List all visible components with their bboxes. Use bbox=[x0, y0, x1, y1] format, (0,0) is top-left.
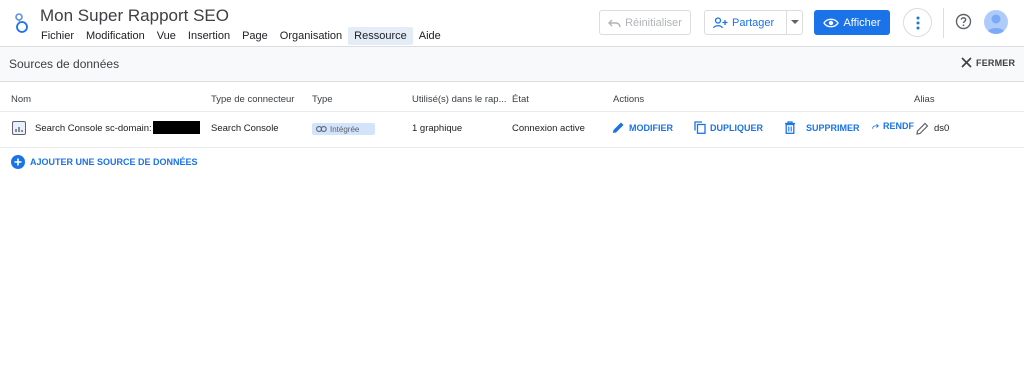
delete-label: SUPPRIMER bbox=[806, 122, 860, 133]
column-header-used[interactable]: Utilisé(s) dans le rap... bbox=[412, 94, 507, 105]
duplicate-button[interactable]: DUPLIQUER bbox=[694, 121, 763, 134]
redacted-domain bbox=[153, 121, 200, 134]
table-row[interactable]: Search Console sc-domain: Search Console… bbox=[0, 112, 1024, 148]
edit-alias-icon[interactable] bbox=[916, 122, 929, 135]
column-header-type[interactable]: Type bbox=[312, 94, 333, 105]
close-icon bbox=[961, 57, 972, 68]
share-dropdown[interactable] bbox=[787, 11, 802, 34]
chevron-down-icon bbox=[790, 20, 799, 24]
column-header-state[interactable]: État bbox=[512, 94, 529, 105]
avatar[interactable] bbox=[984, 10, 1008, 34]
connector-type: Search Console bbox=[211, 123, 279, 134]
eye-icon bbox=[823, 18, 840, 27]
column-header-actions: Actions bbox=[613, 94, 645, 105]
more-vert-icon bbox=[916, 16, 919, 29]
used-in-report: 1 graphique bbox=[412, 123, 463, 134]
copy-icon bbox=[694, 121, 706, 134]
type-chip: Intégrée bbox=[312, 123, 375, 135]
panel-title: Sources de données bbox=[9, 57, 120, 71]
undo-icon bbox=[608, 19, 621, 27]
trash-icon bbox=[785, 121, 795, 134]
person-add-icon bbox=[713, 16, 728, 28]
view-label: Afficher bbox=[843, 16, 881, 29]
share-label: Partager bbox=[732, 16, 775, 29]
delete-button[interactable]: SUPPRIMER bbox=[784, 121, 860, 134]
column-header-name[interactable]: Nom bbox=[11, 94, 31, 105]
report-title[interactable]: Mon Super Rapport SEO bbox=[40, 6, 229, 26]
column-header-connector[interactable]: Type de connecteur bbox=[211, 94, 294, 105]
source-name[interactable]: Search Console sc-domain: bbox=[35, 123, 152, 134]
duplicate-label: DUPLIQUER bbox=[710, 122, 764, 133]
table-header: Nom Type de connecteur Type Utilisé(s) d… bbox=[0, 82, 1024, 112]
menu-insertion[interactable]: Insertion bbox=[182, 27, 236, 45]
edit-label: MODIFIER bbox=[629, 122, 673, 133]
data-source-icon bbox=[12, 121, 26, 135]
menu-aide[interactable]: Aide bbox=[413, 27, 447, 45]
add-data-source-button[interactable]: AJOUTER UNE SOURCE DE DONNÉES bbox=[11, 155, 198, 169]
reset-label: Réinitialiser bbox=[625, 16, 682, 29]
menu-ressource[interactable]: Ressource bbox=[348, 27, 413, 45]
arrow-forward-icon bbox=[872, 123, 879, 129]
menu-modification[interactable]: Modification bbox=[80, 27, 151, 45]
menu-organisation[interactable]: Organisation bbox=[274, 27, 348, 45]
connection-state: Connexion active bbox=[512, 123, 585, 134]
edit-button[interactable]: MODIFIER bbox=[612, 121, 673, 134]
alias-value[interactable]: ds0 bbox=[934, 123, 949, 134]
close-label: FERMER bbox=[976, 57, 1016, 68]
view-button[interactable]: Afficher bbox=[814, 10, 890, 35]
menu-bar: Fichier Modification Vue Insertion Page … bbox=[35, 27, 447, 45]
column-header-alias[interactable]: Alias bbox=[914, 94, 935, 105]
add-data-source-label: AJOUTER UNE SOURCE DE DONNÉES bbox=[30, 157, 198, 167]
header-divider bbox=[943, 8, 944, 38]
link-icon bbox=[316, 126, 327, 132]
menu-vue[interactable]: Vue bbox=[151, 27, 182, 45]
looker-studio-logo-icon[interactable] bbox=[13, 11, 29, 35]
menu-page[interactable]: Page bbox=[236, 27, 274, 45]
render-button[interactable]: RENDF bbox=[872, 121, 914, 131]
top-bar: Mon Super Rapport SEO Fichier Modificati… bbox=[0, 0, 1024, 46]
share-main[interactable]: Partager bbox=[705, 11, 787, 34]
panel-header: Sources de données FERMER bbox=[0, 46, 1024, 82]
pencil-icon bbox=[613, 122, 624, 133]
help-icon[interactable] bbox=[955, 13, 972, 30]
render-label: RENDF bbox=[883, 121, 914, 131]
share-button[interactable]: Partager bbox=[704, 10, 803, 35]
add-circle-icon bbox=[11, 155, 25, 169]
reset-button[interactable]: Réinitialiser bbox=[599, 10, 691, 35]
menu-fichier[interactable]: Fichier bbox=[35, 27, 80, 45]
user-avatar-icon bbox=[987, 14, 1005, 34]
more-options-button[interactable] bbox=[903, 8, 932, 37]
close-button[interactable]: FERMER bbox=[961, 57, 1015, 68]
type-label: Intégrée bbox=[330, 124, 360, 134]
